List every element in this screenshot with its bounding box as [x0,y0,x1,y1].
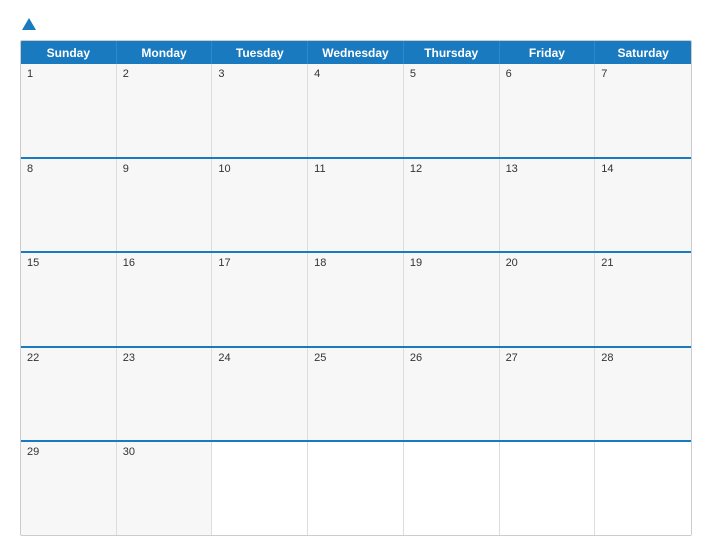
day-cell: 15 [21,253,117,346]
day-number: 28 [601,352,685,364]
day-number: 7 [601,68,685,80]
week-row-1: 8 9 10 11 12 13 14 [21,157,691,252]
day-number: 21 [601,257,685,269]
day-header-sunday: Sunday [21,41,117,64]
day-headers-row: SundayMondayTuesdayWednesdayThursdayFrid… [21,41,691,64]
calendar-grid: SundayMondayTuesdayWednesdayThursdayFrid… [20,40,692,536]
day-cell [500,442,596,535]
day-number: 14 [601,163,685,175]
day-number: 24 [218,352,301,364]
day-cell: 5 [404,64,500,157]
day-number: 27 [506,352,589,364]
day-number: 29 [27,446,110,458]
week-row-4: 29 30 [21,440,691,535]
day-cell: 20 [500,253,596,346]
day-cell [212,442,308,535]
day-cell: 8 [21,159,117,252]
day-cell: 9 [117,159,213,252]
day-cell: 24 [212,348,308,441]
week-row-3: 22 23 24 25 26 27 28 [21,346,691,441]
day-cell: 1 [21,64,117,157]
day-number: 6 [506,68,589,80]
day-header-saturday: Saturday [595,41,691,64]
day-cell: 30 [117,442,213,535]
day-cell: 21 [595,253,691,346]
day-number: 18 [314,257,397,269]
day-number: 1 [27,68,110,80]
day-header-thursday: Thursday [404,41,500,64]
day-number: 5 [410,68,493,80]
day-number: 22 [27,352,110,364]
calendar-page: SundayMondayTuesdayWednesdayThursdayFrid… [0,0,712,550]
day-cell: 18 [308,253,404,346]
day-cell: 22 [21,348,117,441]
day-cell: 4 [308,64,404,157]
day-cell: 23 [117,348,213,441]
day-cell [595,442,691,535]
day-number: 9 [123,163,206,175]
day-cell: 11 [308,159,404,252]
day-number: 19 [410,257,493,269]
day-number: 17 [218,257,301,269]
day-cell: 28 [595,348,691,441]
day-cell [404,442,500,535]
day-number: 3 [218,68,301,80]
day-number: 13 [506,163,589,175]
logo [20,18,36,30]
day-header-wednesday: Wednesday [308,41,404,64]
day-number: 23 [123,352,206,364]
day-cell: 17 [212,253,308,346]
day-number: 26 [410,352,493,364]
day-number: 25 [314,352,397,364]
week-row-2: 15 16 17 18 19 20 21 [21,251,691,346]
day-number: 2 [123,68,206,80]
day-cell: 27 [500,348,596,441]
weeks-container: 1234567891011121314151617181920212223242… [21,64,691,535]
day-cell: 25 [308,348,404,441]
day-number: 8 [27,163,110,175]
day-number: 11 [314,163,397,175]
day-cell: 7 [595,64,691,157]
day-cell: 29 [21,442,117,535]
day-header-friday: Friday [500,41,596,64]
day-number: 10 [218,163,301,175]
day-cell: 19 [404,253,500,346]
day-number: 12 [410,163,493,175]
day-cell: 6 [500,64,596,157]
header [20,18,692,30]
day-cell: 12 [404,159,500,252]
day-cell: 16 [117,253,213,346]
day-number: 4 [314,68,397,80]
day-cell: 14 [595,159,691,252]
week-row-0: 1234567 [21,64,691,157]
day-number: 15 [27,257,110,269]
day-number: 16 [123,257,206,269]
day-cell: 2 [117,64,213,157]
day-header-tuesday: Tuesday [212,41,308,64]
day-cell: 10 [212,159,308,252]
day-cell: 3 [212,64,308,157]
day-number: 20 [506,257,589,269]
logo-triangle-icon [22,18,36,30]
day-cell: 13 [500,159,596,252]
day-cell: 26 [404,348,500,441]
day-header-monday: Monday [117,41,213,64]
day-cell [308,442,404,535]
day-number: 30 [123,446,206,458]
